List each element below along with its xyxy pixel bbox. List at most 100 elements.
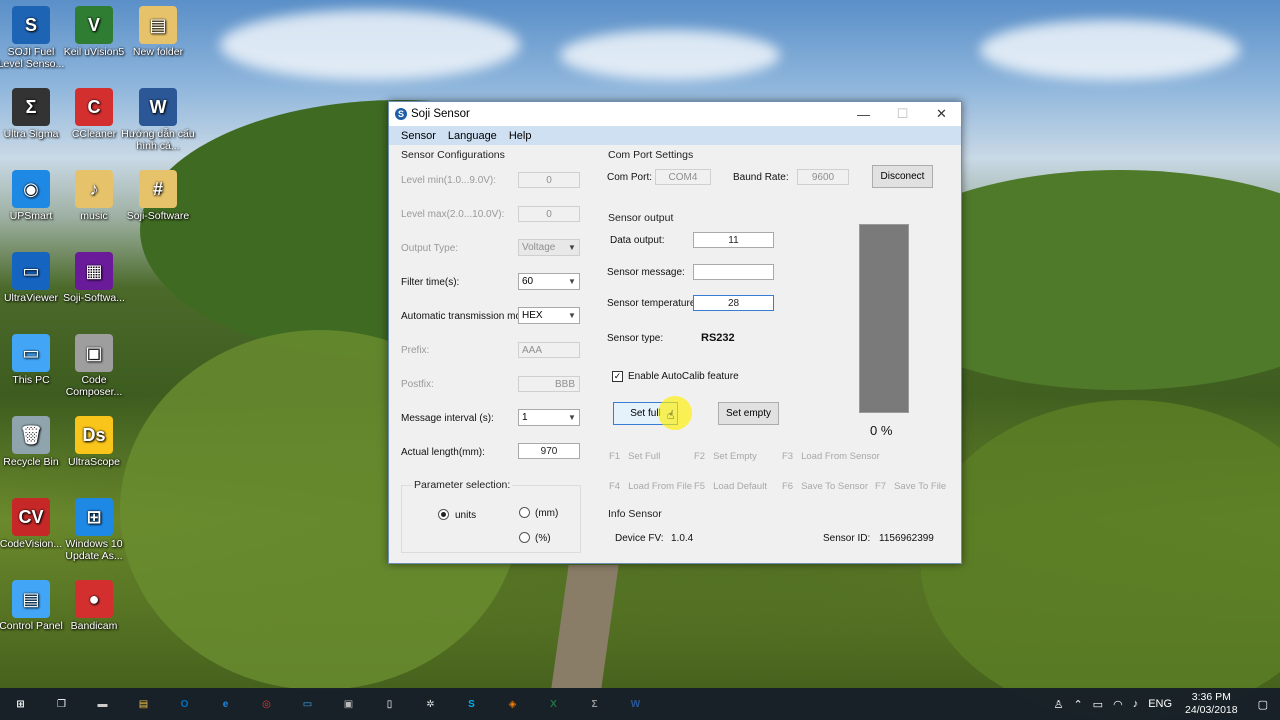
close-icon[interactable]: ✕	[922, 102, 961, 126]
set-empty-button[interactable]: Set empty	[718, 402, 779, 425]
output-type-select: Voltage ▼	[518, 239, 580, 256]
app-icon: ▭	[12, 252, 50, 290]
desktop-icon[interactable]: Ds UltraScope	[57, 416, 131, 468]
sensor-message-label: Sensor message:	[607, 267, 685, 278]
taskbar-chrome[interactable]: ◎	[246, 688, 287, 720]
sensor-type-label: Sensor type:	[607, 333, 664, 344]
window-title: Soji Sensor	[411, 108, 470, 120]
app-icon: ◉	[12, 170, 50, 208]
fkey-f4[interactable]: F4 Load From File	[609, 481, 692, 492]
app-icon: ▦	[75, 252, 113, 290]
word-icon: W	[630, 698, 641, 710]
taskbar-apps: ⊞ ❐ ▬ ▤ Oe ◎ ▭ ▣ ▯ ✲ S ◈ X Σ W	[0, 688, 656, 720]
parameter-selection-title: Parameter selection:	[412, 479, 513, 491]
desktop-icon[interactable]: ▤ New folder	[121, 6, 195, 58]
taskbar-start[interactable]: ⊞	[0, 688, 41, 720]
level-min-input: 0	[518, 172, 580, 188]
taskbar-orange-app[interactable]: ◈	[492, 688, 533, 720]
units-radio[interactable]	[438, 509, 449, 520]
menu-help[interactable]: Help	[503, 130, 538, 142]
edge-icon: e	[222, 698, 229, 710]
fkey-f1[interactable]: F1 Set Full	[609, 451, 660, 462]
percent-radio-label: (%)	[535, 533, 551, 544]
sensor-type-value: RS232	[701, 332, 735, 344]
desktop-icon[interactable]: V Keil uVision5	[57, 6, 131, 58]
percent-radio[interactable]	[519, 532, 530, 543]
desktop-icon-label: Keil uVision5	[63, 46, 125, 58]
mm-radio[interactable]	[519, 507, 530, 518]
app-icon: ▤	[12, 580, 50, 618]
taskbar-ultra-sigma[interactable]: Σ	[574, 688, 615, 720]
chevron-down-icon: ▼	[568, 311, 576, 320]
taskbar-usb[interactable]: ▬	[82, 688, 123, 720]
com-port-group: Com Port Settings Com Port: COM4 Baund R…	[601, 149, 957, 203]
desktop-icon[interactable]: W Hướng dẫn cấu hình cả...	[121, 88, 195, 152]
message-interval-select[interactable]: 1 ▼	[518, 409, 580, 426]
actual-length-input[interactable]: 970	[518, 443, 580, 459]
mm-radio-label: (mm)	[535, 508, 559, 519]
volume-icon[interactable]: ♪	[1128, 698, 1144, 710]
title-bar[interactable]: S Soji Sensor — ☐ ✕	[389, 102, 961, 126]
desktop-icon[interactable]: C CCleaner	[57, 88, 131, 140]
language-indicator[interactable]: ENG	[1143, 698, 1177, 710]
taskbar-file-explorer[interactable]: ▤	[123, 688, 164, 720]
level-percent: 0 %	[870, 423, 893, 438]
maximize-icon: ☐	[896, 106, 909, 121]
wifi-icon[interactable]: ◠	[1108, 698, 1128, 711]
taskbar-excel[interactable]: X	[533, 688, 574, 720]
postfix-label: Postfix:	[401, 379, 434, 390]
people-icon[interactable]: ♙	[1049, 698, 1069, 711]
level-min-label: Level min(1.0...9.0V):	[401, 175, 497, 186]
minimize-icon[interactable]: —	[844, 102, 883, 126]
desktop-icon[interactable]: ♪ music	[57, 170, 131, 222]
autocalib-label: Enable AutoCalib feature	[628, 371, 739, 382]
taskbar-edge[interactable]: e	[205, 688, 246, 720]
fkey-f6[interactable]: F6 Save To Sensor	[782, 481, 868, 492]
chevron-up-icon[interactable]: ⌃	[1068, 698, 1087, 711]
hand-cursor-icon: ☝	[667, 408, 675, 422]
soji-sensor-window: S Soji Sensor — ☐ ✕ Sensor Language Help…	[388, 101, 962, 564]
menu-sensor[interactable]: Sensor	[395, 130, 442, 142]
desktop-icon[interactable]: ▦ Soji-Softwa...	[57, 252, 131, 304]
sensor-temperature-field[interactable]: 28	[693, 295, 774, 311]
set-full-label: Set full	[630, 408, 661, 419]
outlook-icon: O	[180, 698, 189, 710]
fkey-f2[interactable]: F2 Set Empty	[694, 451, 757, 462]
window-app-icon: ▭	[302, 698, 313, 710]
battery-icon[interactable]: ▭	[1088, 698, 1108, 711]
notifications-icon[interactable]: ▢	[1246, 698, 1280, 711]
excel-icon: X	[550, 698, 557, 710]
ultra-sigma-icon: Σ	[591, 698, 598, 710]
taskbar-skype[interactable]: S	[451, 688, 492, 720]
taskbar-window-app[interactable]: ▭	[287, 688, 328, 720]
app-icon: ▤	[139, 6, 177, 44]
app-icon: ♪	[75, 170, 113, 208]
fkey-f5[interactable]: F5 Load Default	[694, 481, 767, 492]
taskbar-word[interactable]: W	[615, 688, 656, 720]
taskbar-terminal[interactable]: ▣	[328, 688, 369, 720]
desktop-icon-label: Hướng dẫn cấu hình cả...	[121, 128, 195, 152]
filter-time-label: Filter time(s):	[401, 277, 460, 288]
taskbar-task-view[interactable]: ❐	[41, 688, 82, 720]
desktop-icon[interactable]: # Soji-Software	[121, 170, 195, 222]
fkey-f7[interactable]: F7 Save To File	[875, 481, 946, 492]
taskbar-outlook[interactable]: O	[164, 688, 205, 720]
fkey-f3[interactable]: F3 Load From Sensor	[782, 451, 880, 462]
prefix-input: AAA	[518, 342, 580, 358]
disconnect-button[interactable]: Disconect	[872, 165, 933, 188]
clock-time: 3:36 PM	[1191, 691, 1231, 703]
skype-icon: S	[468, 698, 475, 710]
menu-language[interactable]: Language	[442, 130, 503, 142]
taskbar-network-tool[interactable]: ✲	[410, 688, 451, 720]
auto-transmission-select[interactable]: HEX ▼	[518, 307, 580, 324]
taskbar-notepad[interactable]: ▯	[369, 688, 410, 720]
autocalib-checkbox[interactable]: ✓	[612, 371, 623, 382]
filter-time-select[interactable]: 60 ▼	[518, 273, 580, 290]
desktop-icon[interactable]: ▣ Code Composer...	[57, 334, 131, 398]
clock[interactable]: 3:36 PM 24/03/2018	[1177, 691, 1246, 717]
task-view-icon: ❐	[57, 698, 66, 710]
system-tray: ♙ ⌃ ▭ ◠ ♪ ENG 3:36 PM 24/03/2018 ▢	[1049, 688, 1280, 720]
desktop-icon[interactable]: ● Bandicam	[57, 580, 131, 632]
desktop-icon[interactable]: ⊞ Windows 10 Update As...	[57, 498, 131, 562]
actual-length-label: Actual length(mm):	[401, 447, 485, 458]
